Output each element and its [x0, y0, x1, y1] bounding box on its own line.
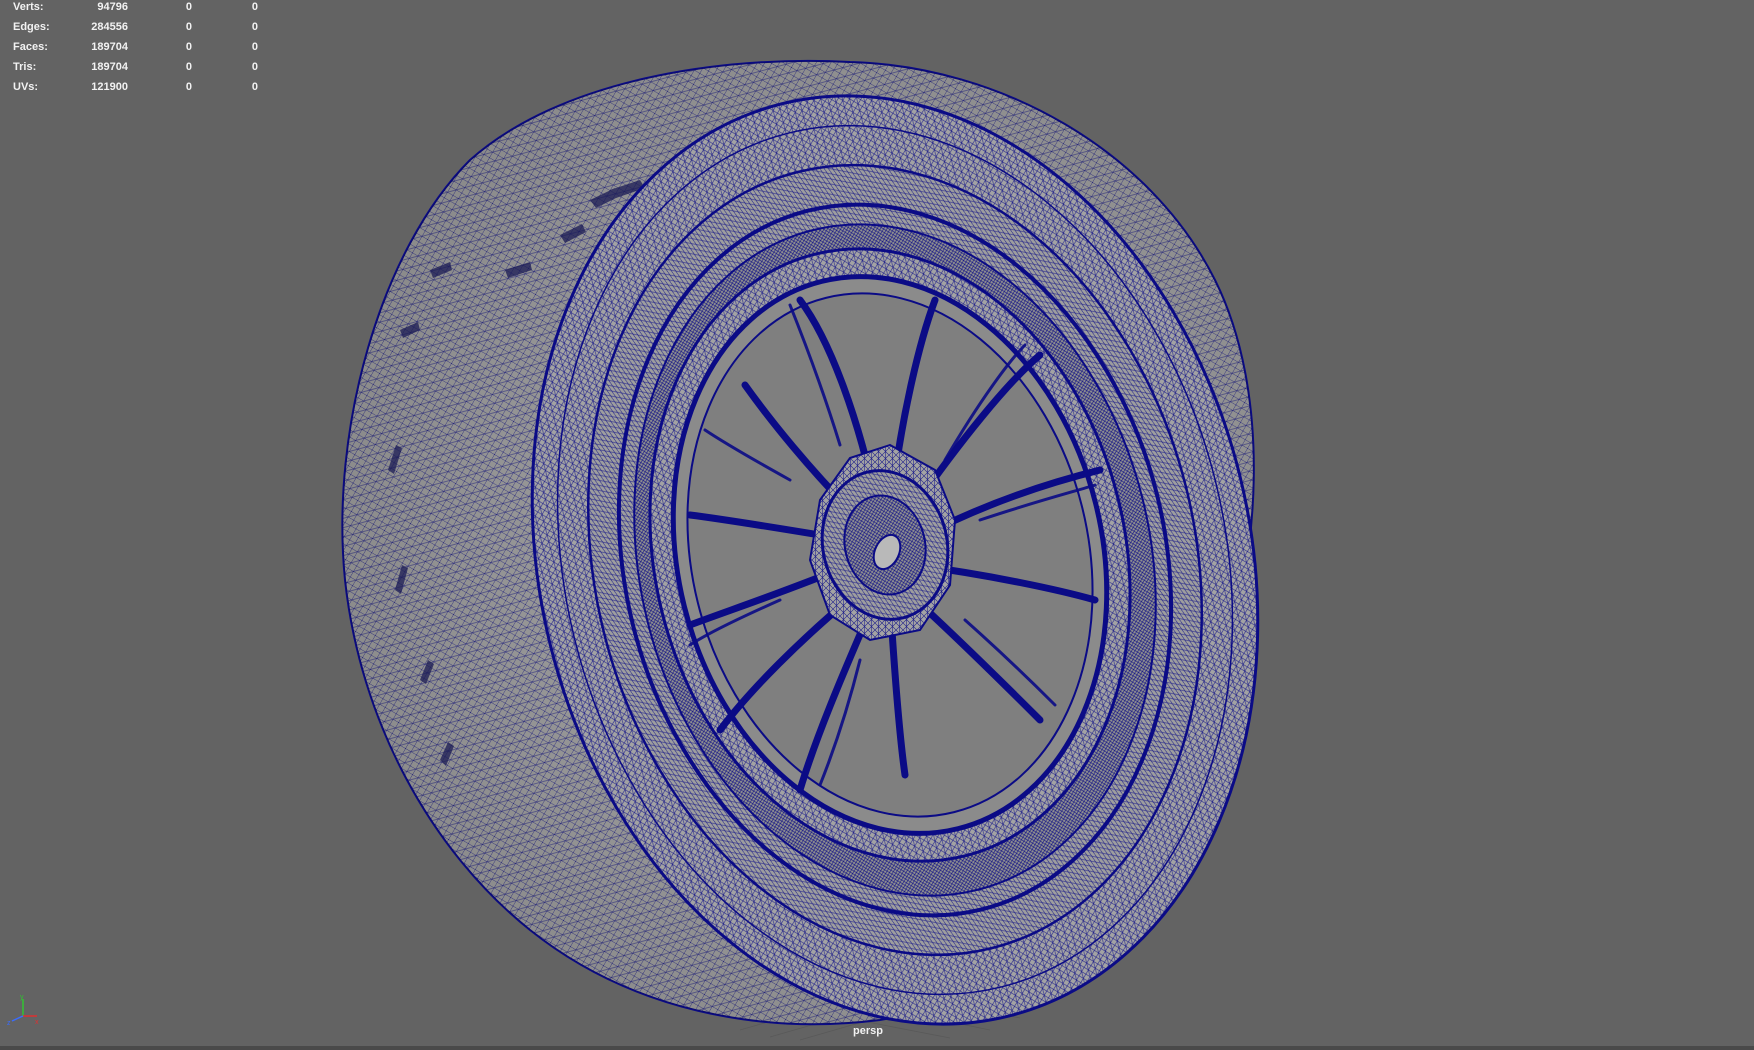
axis-label-z: z [7, 1020, 11, 1026]
wheel-wireframe-model[interactable] [0, 0, 1754, 1050]
hud-row-faces: Faces: 189704 0 0 [0, 40, 280, 60]
hud-row-verts: Verts: 94796 0 0 [0, 0, 280, 20]
hud-value-selected: 0 [185, 41, 192, 53]
hud-value-selected: 0 [185, 61, 192, 73]
axis-gizmo-icon: y x z [7, 994, 39, 1026]
hud-value-component: 0 [251, 41, 258, 53]
hud-value-selected: 0 [185, 1, 192, 13]
hud-label: Edges: [13, 21, 50, 33]
camera-name-label: persp [853, 1025, 883, 1037]
hud-value-object: 94796 [97, 1, 128, 13]
hud-row-edges: Edges: 284556 0 0 [0, 20, 280, 40]
hud-row-uvs: UVs: 121900 0 0 [0, 80, 280, 100]
axis-label-y: y [20, 994, 24, 1001]
hud-value-component: 0 [251, 21, 258, 33]
hud-value-component: 0 [251, 1, 258, 13]
hud-label: Verts: [13, 1, 44, 13]
hud-value-object: 284556 [91, 21, 128, 33]
hud-value-selected: 0 [185, 81, 192, 93]
hud-value-object: 189704 [91, 41, 128, 53]
hud-label: Tris: [13, 61, 37, 73]
hud-value-object: 121900 [91, 81, 128, 93]
hud-value-component: 0 [251, 81, 258, 93]
viewport-bottom-border [0, 1046, 1754, 1050]
viewport-panel[interactable]: Verts: 94796 0 0 Edges: 284556 0 0 Faces… [0, 0, 1754, 1050]
poly-count-hud: Verts: 94796 0 0 Edges: 284556 0 0 Faces… [0, 0, 280, 100]
axis-label-x: x [35, 1019, 39, 1026]
hud-label: UVs: [13, 81, 39, 93]
hud-value-selected: 0 [185, 21, 192, 33]
hud-value-component: 0 [251, 61, 258, 73]
hud-label: Faces: [13, 41, 48, 53]
hud-row-tris: Tris: 189704 0 0 [0, 60, 280, 80]
hud-value-object: 189704 [91, 61, 128, 73]
